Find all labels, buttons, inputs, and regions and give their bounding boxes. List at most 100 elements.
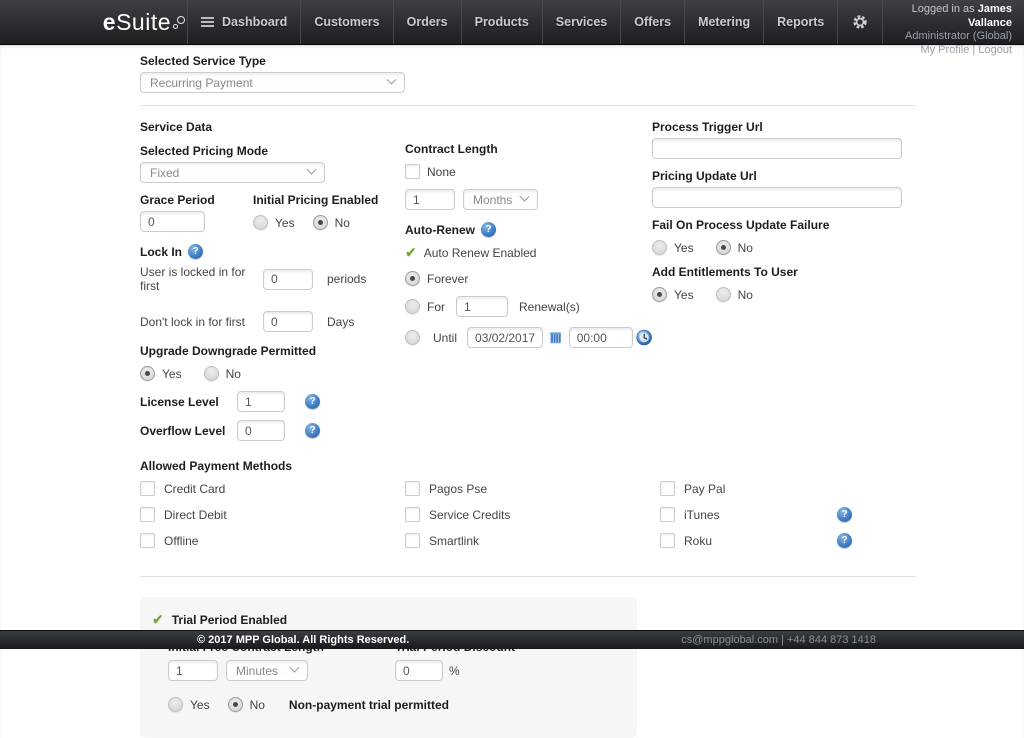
license-level-input[interactable] (237, 391, 285, 412)
license-level-help-icon[interactable] (305, 394, 320, 409)
nav-item-orders[interactable]: Orders (393, 0, 461, 44)
contract-none-checkbox[interactable] (405, 164, 420, 179)
trial-enabled-check-icon[interactable]: ✔ (152, 612, 164, 628)
initial-pricing-no-label[interactable]: No (335, 216, 350, 230)
auto-renew-check-icon[interactable]: ✔ (405, 245, 417, 261)
payment-method-pagos-pse: Pagos Pse (405, 481, 597, 496)
pricing-mode-select[interactable]: Fixed (140, 162, 325, 183)
lock-in-help-icon[interactable] (188, 244, 203, 259)
my-profile-link[interactable]: My Profile (920, 44, 969, 56)
until-date-input[interactable] (467, 327, 543, 348)
grace-period-input[interactable] (140, 211, 205, 232)
nav-item-products[interactable]: Products (461, 0, 542, 44)
payment-methods-grid: Credit Card Pagos Pse Pay Pal Direct Deb… (140, 481, 916, 548)
add-entitlements-yes-label[interactable]: Yes (674, 288, 694, 302)
smartlink-label[interactable]: Smartlink (429, 534, 479, 548)
smartlink-checkbox[interactable] (405, 533, 420, 548)
roku-checkbox[interactable] (660, 533, 675, 548)
auto-renew-forever-label[interactable]: Forever (427, 272, 468, 286)
auto-renew-help-icon[interactable] (481, 222, 496, 237)
roku-help-icon[interactable] (837, 533, 852, 548)
credit-card-label[interactable]: Credit Card (164, 482, 225, 496)
non-payment-no-radio[interactable] (228, 697, 243, 712)
service-data-title: Service Data (140, 120, 405, 134)
pricing-update-url-input[interactable] (652, 187, 902, 208)
initial-free-unit-value: Minutes (236, 664, 278, 678)
auto-renew-enabled-label[interactable]: Auto Renew Enabled (424, 246, 537, 260)
fail-on-update-no-radio[interactable] (716, 240, 731, 255)
fail-on-update-yes-label[interactable]: Yes (674, 241, 694, 255)
auto-renew-label: Auto-Renew (405, 223, 475, 237)
roku-label[interactable]: Roku (684, 534, 712, 548)
fail-on-update-yes-radio[interactable] (652, 240, 667, 255)
nav-item-services[interactable]: Services (542, 0, 620, 44)
trial-enabled-label[interactable]: Trial Period Enabled (172, 613, 287, 627)
auto-renew-for-radio[interactable] (405, 299, 420, 314)
renewals-input[interactable] (456, 296, 508, 317)
nav-item-metering[interactable]: Metering (684, 0, 763, 44)
upgrade-yes-radio[interactable] (140, 366, 155, 381)
contract-length-input[interactable] (405, 189, 455, 210)
non-payment-yes-label[interactable]: Yes (190, 698, 210, 712)
nav-label-customers: Customers (314, 15, 379, 29)
upgrade-no-label[interactable]: No (226, 367, 241, 381)
service-credits-label[interactable]: Service Credits (429, 508, 510, 522)
pay-pal-label[interactable]: Pay Pal (684, 482, 725, 496)
auto-renew-until-label[interactable]: Until (433, 331, 457, 345)
direct-debit-label[interactable]: Direct Debit (164, 508, 227, 522)
initial-pricing-field: Initial Pricing Enabled Yes No (253, 193, 378, 230)
lock-in-days-input[interactable] (263, 311, 313, 332)
nav-item-settings[interactable] (837, 0, 883, 44)
logout-link[interactable]: Logout (978, 44, 1012, 56)
itunes-help-icon[interactable] (837, 507, 852, 522)
auto-renew-forever-radio[interactable] (405, 271, 420, 286)
itunes-label[interactable]: iTunes (684, 508, 720, 522)
pagos-pse-checkbox[interactable] (405, 481, 420, 496)
fail-on-update-no-label[interactable]: No (738, 241, 753, 255)
calendar-icon[interactable] (549, 330, 563, 346)
initial-pricing-yes-label[interactable]: Yes (275, 216, 295, 230)
lock-in-periods-input[interactable] (263, 269, 313, 290)
initial-free-unit-select[interactable]: Minutes (226, 660, 308, 681)
add-entitlements-no-label[interactable]: No (738, 288, 753, 302)
non-payment-yes-radio[interactable] (168, 697, 183, 712)
overflow-level-input[interactable] (237, 420, 285, 441)
until-time-input[interactable] (569, 327, 633, 348)
chevron-down-icon (520, 192, 530, 202)
overflow-level-help-icon[interactable] (305, 423, 320, 438)
service-credits-checkbox[interactable] (405, 507, 420, 522)
upgrade-downgrade-label: Upgrade Downgrade Permitted (140, 344, 405, 358)
upgrade-yes-label[interactable]: Yes (162, 367, 182, 381)
add-entitlements-yes-radio[interactable] (652, 287, 667, 302)
initial-pricing-yes-radio[interactable] (253, 215, 268, 230)
offline-label[interactable]: Offline (164, 534, 198, 548)
initial-pricing-no-radio[interactable] (313, 215, 328, 230)
nav-item-customers[interactable]: Customers (300, 0, 392, 44)
non-payment-trial-label: Non-payment trial permitted (289, 698, 449, 712)
process-trigger-url-input[interactable] (652, 138, 902, 159)
nav-item-dashboard[interactable]: Dashboard (187, 0, 300, 44)
add-entitlements-no-radio[interactable] (716, 287, 731, 302)
upgrade-no-radio[interactable] (204, 366, 219, 381)
pagos-pse-label[interactable]: Pagos Pse (429, 482, 487, 496)
clock-icon[interactable] (636, 328, 652, 347)
auto-renew-until-radio[interactable] (405, 330, 420, 345)
trial-discount-input[interactable] (395, 660, 443, 681)
nav-item-offers[interactable]: Offers (620, 0, 684, 44)
service-type-label: Selected Service Type (140, 54, 916, 68)
lock-in-row2-text: Don't lock in for first (140, 315, 263, 329)
initial-free-contract-input[interactable] (168, 660, 218, 681)
auto-renew-for-label[interactable]: For (427, 300, 456, 314)
contract-none-label[interactable]: None (427, 165, 456, 179)
direct-debit-checkbox[interactable] (140, 507, 155, 522)
non-payment-no-label[interactable]: No (250, 698, 265, 712)
copyright-text: © 2017 MPP Global. All Rights Reserved. (197, 634, 409, 646)
nav-item-reports[interactable]: Reports (763, 0, 837, 44)
credit-card-checkbox[interactable] (140, 481, 155, 496)
itunes-checkbox[interactable] (660, 507, 675, 522)
service-type-select[interactable]: Recurring Payment (140, 72, 405, 93)
logo[interactable]: eSuite (0, 0, 187, 44)
pay-pal-checkbox[interactable] (660, 481, 675, 496)
contract-unit-select[interactable]: Months (463, 189, 538, 210)
offline-checkbox[interactable] (140, 533, 155, 548)
